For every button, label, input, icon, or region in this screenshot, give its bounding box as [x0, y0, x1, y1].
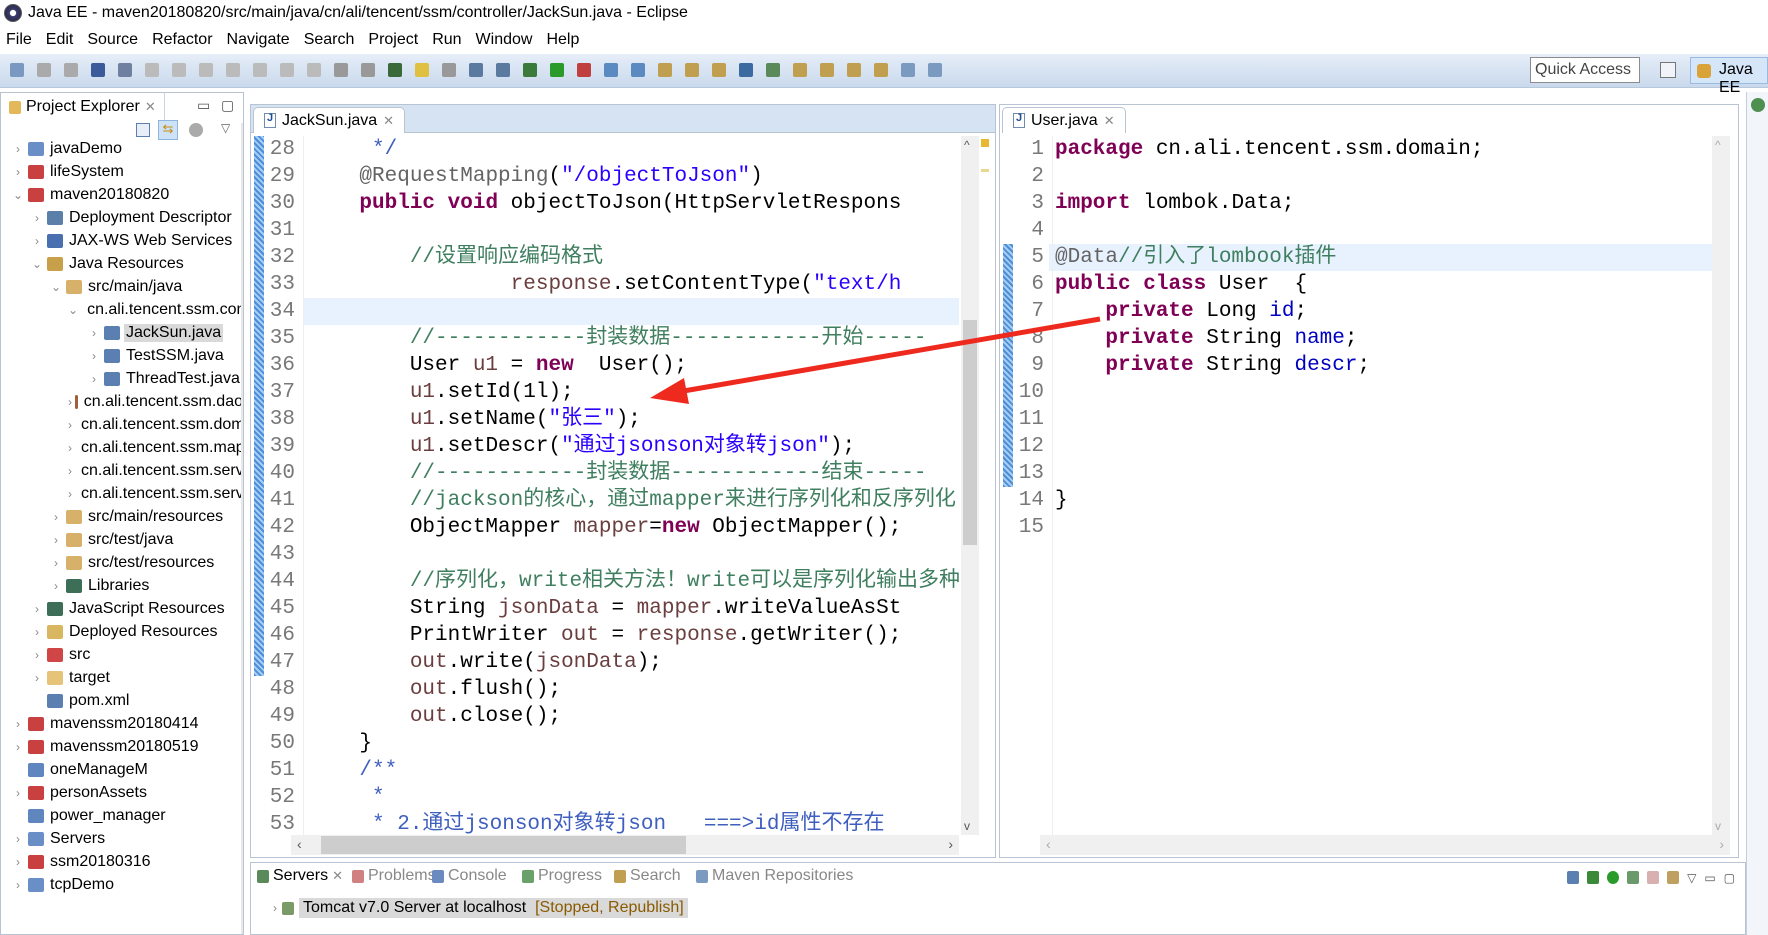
start-server-icon[interactable] — [1607, 871, 1620, 884]
tab-console[interactable]: Console — [432, 867, 507, 885]
maximize-icon[interactable]: ▢ — [1724, 871, 1735, 885]
tab-maven-repositories[interactable]: Maven Repositories — [696, 867, 853, 885]
servers-panel: Servers ✕ Problems Console Progress Search Mav… — [250, 862, 1746, 935]
annotation-arrow — [650, 316, 1101, 404]
servers-toolbar: ▽ ▭ ▢ — [1567, 871, 1735, 885]
servers-icon — [257, 869, 269, 883]
tab-label: Problems — [368, 867, 436, 884]
publish-icon[interactable] — [1667, 871, 1680, 884]
view-menu-icon[interactable]: ▽ — [1687, 871, 1696, 885]
server-name: Tomcat v7.0 Server at localhost — [303, 899, 527, 916]
tab-label: Progress — [538, 867, 603, 884]
tab-label: Maven Repositories — [712, 867, 854, 884]
tab-progress[interactable]: Progress — [522, 867, 602, 885]
arrow-head — [650, 378, 689, 404]
server-row-tomcat[interactable]: › Tomcat v7.0 Server at localhost [Stopp… — [273, 896, 688, 920]
problems-icon — [352, 869, 364, 883]
maven-repositories-icon — [696, 869, 708, 883]
right-trim-stack — [1746, 92, 1768, 935]
tab-label: Console — [448, 867, 507, 884]
tab-search[interactable]: Search — [614, 867, 681, 885]
server-label: Tomcat v7.0 Server at localhost [Stopped… — [299, 898, 688, 918]
collapse-icon[interactable] — [1567, 871, 1580, 884]
expand-arrow-icon[interactable]: › — [273, 901, 277, 915]
server-status: [Stopped, Republish] — [535, 899, 684, 916]
progress-icon — [522, 869, 534, 883]
tab-label: Search — [630, 867, 681, 884]
console-icon — [432, 869, 444, 883]
search-icon — [614, 869, 626, 883]
stop-server-icon[interactable] — [1647, 871, 1660, 884]
minimize-icon[interactable]: ▭ — [1704, 871, 1715, 885]
arrow-shaft — [671, 316, 1101, 396]
tab-problems[interactable]: Problems — [352, 867, 436, 885]
debug-view-icon[interactable] — [1751, 98, 1765, 112]
tab-label: Servers — [273, 867, 329, 884]
profile-server-icon[interactable] — [1627, 871, 1640, 884]
tab-servers[interactable]: Servers ✕ — [257, 867, 344, 885]
debug-server-icon[interactable] — [1587, 871, 1600, 884]
close-icon[interactable]: ✕ — [332, 868, 343, 884]
server-icon — [282, 901, 294, 915]
